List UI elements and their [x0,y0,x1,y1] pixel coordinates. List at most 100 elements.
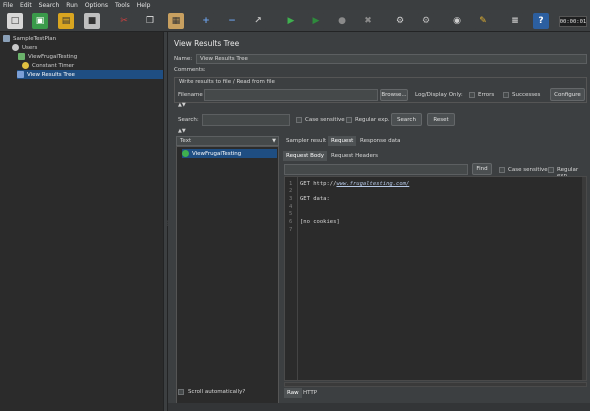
line-number: 1 [289,181,293,187]
log-display-label: Log/Display Only: [415,92,463,98]
tree-node-label: Constant Timer [32,62,75,69]
menu-help[interactable]: Help [137,2,151,9]
menu-edit[interactable]: Edit [20,2,32,9]
browse-button[interactable]: Browse... [380,89,408,101]
request-url-link[interactable]: www.frugaltesting.com/ [336,181,409,187]
tree-node-sampler[interactable]: ViewFrugalTesting [18,52,77,61]
find-button[interactable]: Find [472,163,492,175]
gutter-divider [297,177,298,380]
renderer-value: Text [180,138,192,144]
tab-http[interactable]: HTTP [300,388,320,398]
case-sensitive-label: Case sensitive [305,117,345,123]
open-icon[interactable]: ▤ [58,13,74,29]
bottom-scrollbar[interactable] [168,403,590,411]
http-sampler-icon [18,53,25,60]
paste-icon[interactable]: ▦ [168,13,184,29]
view-results-panel: View Results Tree Name: View Results Tre… [168,32,590,411]
stop-icon[interactable]: ● [334,13,350,29]
collapse-mid-arrows[interactable]: ▲▼ [178,128,186,134]
tree-node-users[interactable]: Users [12,43,37,52]
menu-file[interactable]: File [3,2,13,9]
scroll-auto-label: Scroll automatically? [188,389,246,395]
search-input[interactable] [202,114,290,126]
filename-input[interactable] [204,89,378,101]
line-number: 6 [289,219,293,225]
cookies-line: [no cookies] [300,219,340,225]
search-label: Search: [178,117,199,123]
get-data-line: GET data: [300,196,330,202]
success-icon [182,150,189,157]
comments-label: Comments: [174,67,206,73]
successes-checkbox[interactable] [503,92,509,98]
clear-all-icon[interactable]: ⚙ [418,13,434,29]
editor-scrollbar[interactable] [582,177,586,380]
help-icon[interactable]: ? [533,13,549,29]
tree-node-label: SampleTestPlan [13,35,57,42]
scroll-auto-checkbox[interactable] [178,389,184,395]
collapse-icon[interactable]: − [224,13,240,29]
result-item[interactable]: ViewFrugalTesting [182,149,277,158]
listener-icon [17,71,24,78]
search-button[interactable]: Search [391,113,422,126]
successes-label: Successes [512,92,541,98]
find-case-checkbox[interactable] [499,167,505,173]
reset-search-icon[interactable]: ✎ [475,13,491,29]
save-icon[interactable]: ■ [84,13,100,29]
name-label: Name: [174,56,193,62]
file-group-title: Write results to file / Read from file [179,79,275,85]
tree-node-testplan[interactable]: SampleTestPlan [3,34,56,43]
test-plan-tree: SampleTestPlan Users ViewFrugalTesting C… [0,32,163,411]
tab-request[interactable]: Request [328,136,357,146]
cut-icon[interactable]: ✂ [116,13,132,29]
name-field[interactable]: View Results Tree [196,54,587,64]
page-title: View Results Tree [174,39,240,48]
start-icon[interactable]: ▶ [283,13,299,29]
tree-node-view-results[interactable]: View Results Tree [17,70,163,79]
menu-bar: File Edit Search Run Options Tools Help [0,0,590,10]
line-number: 3 [289,196,293,202]
elapsed-timer: 00:00:01 [559,16,587,27]
toggle-icon[interactable]: ↗ [250,13,266,29]
tree-node-label: Users [22,44,38,51]
tab-response-data[interactable]: Response data [357,136,404,146]
clear-icon[interactable]: ⚙ [392,13,408,29]
collapse-top-arrows[interactable]: ▲▼ [178,102,186,108]
templates-icon[interactable]: ▣ [32,13,48,29]
find-input[interactable] [284,164,468,175]
search-icon[interactable]: ◉ [449,13,465,29]
toolbar: 00:00:01 □ ▣ ▤ ■ ✂ ❐ ▦ + − ↗ ▶ ▶ ● ✖ ⚙ ⚙ ◉ ✎ ≡? [0,10,590,32]
tab-sampler-result[interactable]: Sampler result [283,136,329,146]
tab-request-body[interactable]: Request Body [283,151,327,161]
horizontal-scrollbar[interactable] [284,382,587,387]
renderer-select[interactable]: Text ▼ [176,136,279,146]
result-item-label: ViewFrugalTesting [192,150,242,157]
shutdown-icon[interactable]: ✖ [360,13,376,29]
reset-button[interactable]: Reset [427,113,455,126]
function-helper-icon[interactable]: ≡ [507,13,523,29]
copy-icon[interactable]: ❐ [142,13,158,29]
tab-request-headers[interactable]: Request Headers [328,151,381,161]
regex-checkbox[interactable] [346,117,352,123]
find-regex-checkbox[interactable] [548,167,554,173]
find-case-label: Case sensitive [508,167,548,173]
expand-icon[interactable]: + [198,13,214,29]
filename-label: Filename [178,92,203,98]
menu-options[interactable]: Options [85,2,108,9]
regex-label: Regular exp. [355,117,390,123]
request-body-editor[interactable]: 1 2 3 4 5 6 7 GET http://www.frugaltesti… [284,176,587,381]
configure-button[interactable]: Configure [550,88,585,101]
errors-checkbox[interactable] [469,92,475,98]
menu-search[interactable]: Search [39,2,60,9]
tree-node-label: View Results Tree [27,71,75,78]
chevron-down-icon: ▼ [272,138,276,144]
file-group: Write results to file / Read from file F… [174,77,587,103]
start-no-pause-icon[interactable]: ▶ [308,13,324,29]
menu-tools[interactable]: Tools [115,2,130,9]
tab-raw[interactable]: Raw [284,388,302,398]
new-icon[interactable]: □ [7,13,23,29]
menu-run[interactable]: Run [66,2,78,9]
thread-group-icon [12,44,19,51]
case-sensitive-checkbox[interactable] [296,117,302,123]
tree-node-timer[interactable]: Constant Timer [22,61,74,70]
errors-label: Errors [478,92,495,98]
